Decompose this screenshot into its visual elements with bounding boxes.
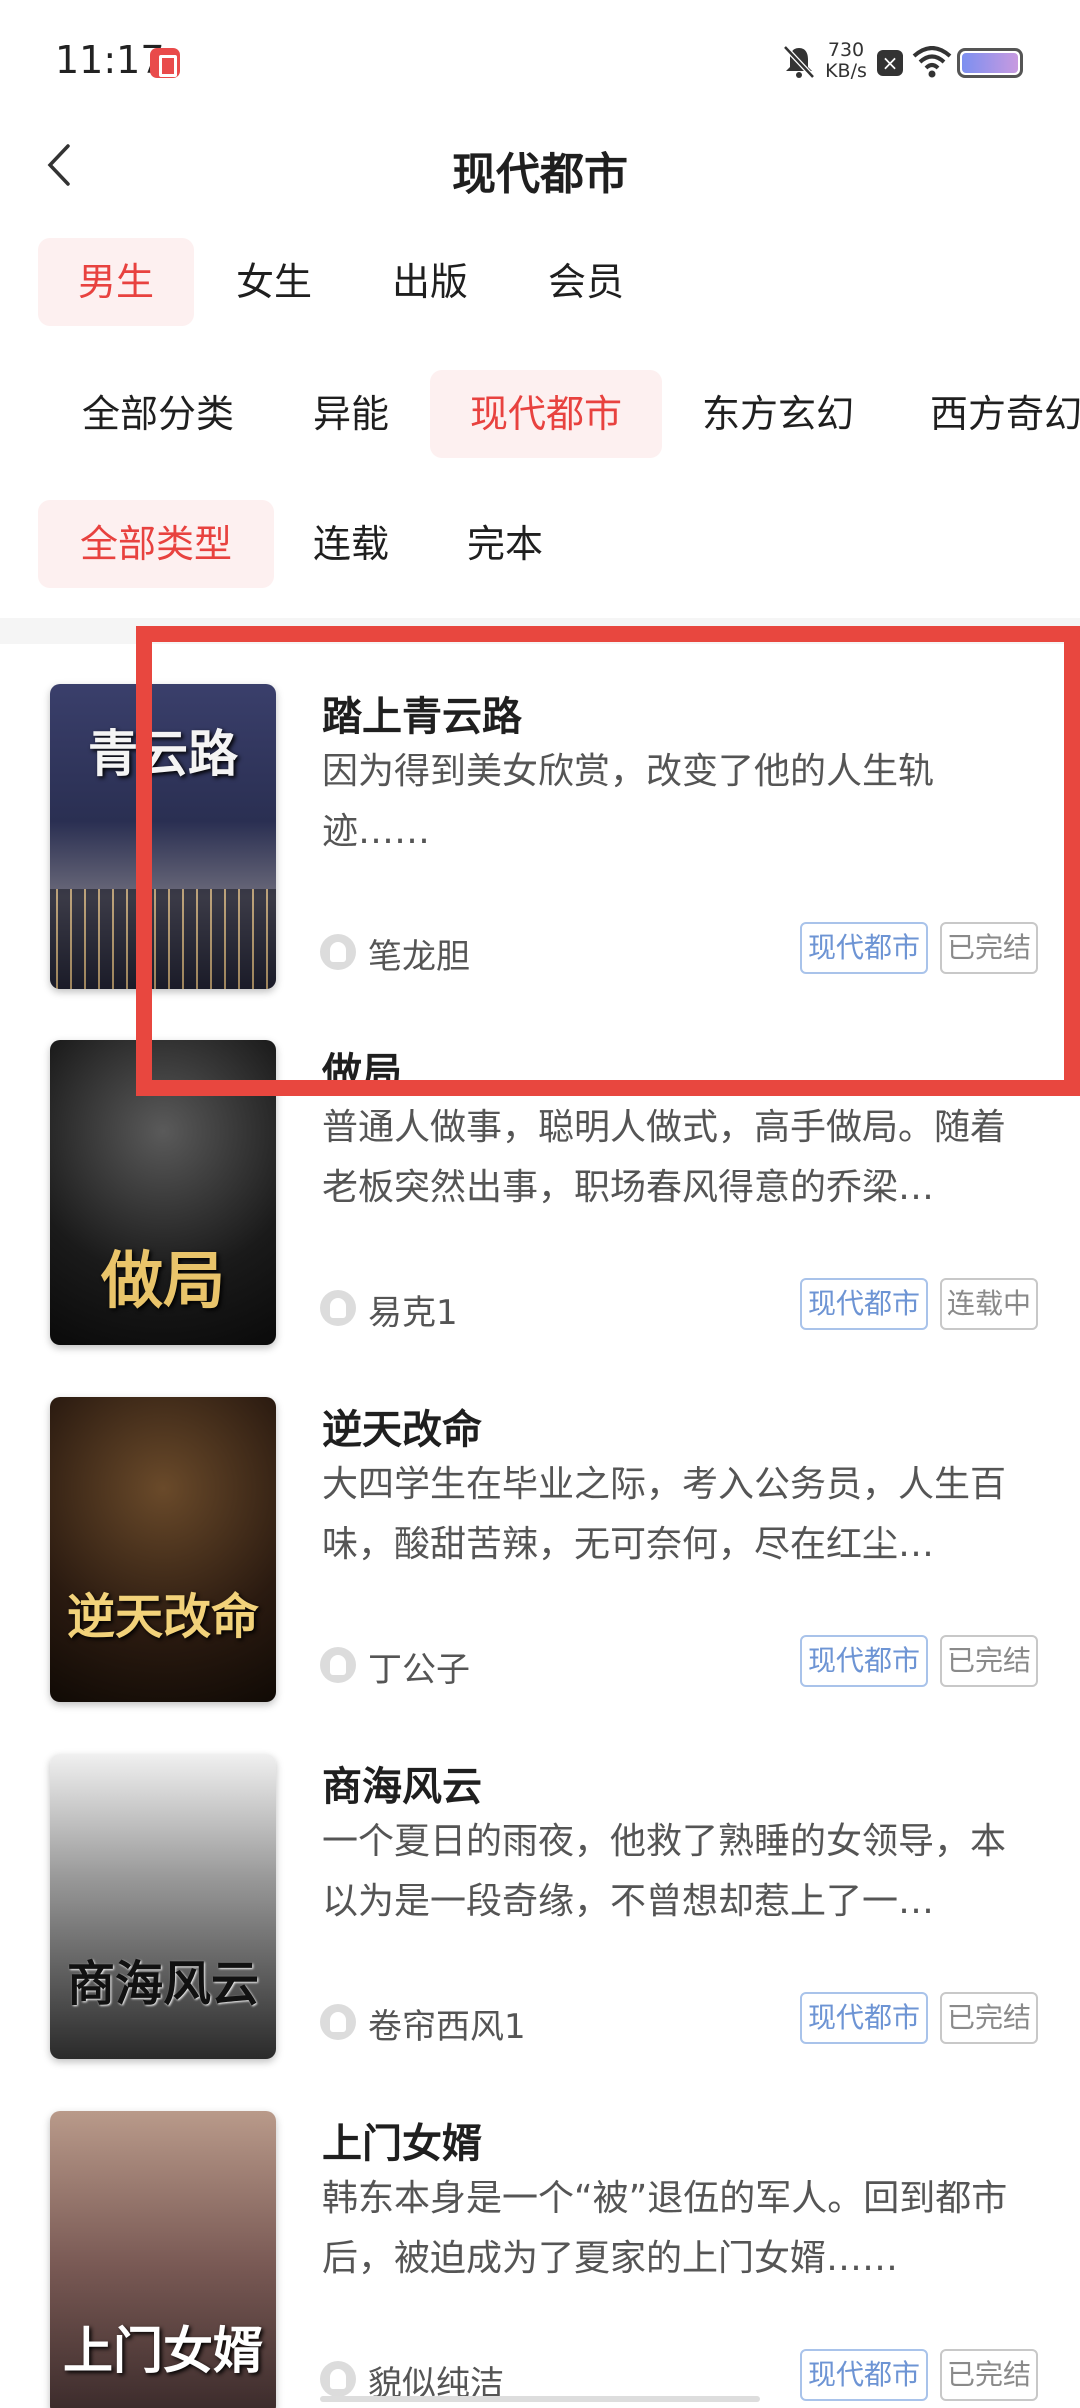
book-item[interactable]: 青云路 踏上青云路 因为得到美女欣赏，改变了他的人生轨迹…… 笔龙胆 现代都市 … xyxy=(0,684,1080,1040)
author-avatar-icon xyxy=(320,1647,356,1683)
page-title: 现代都市 xyxy=(452,149,628,200)
home-indicator xyxy=(320,2396,760,2402)
book-title: 踏上青云路 xyxy=(322,694,522,740)
book-description: 一个夏日的雨夜，他救了熟睡的女领导，本以为是一段奇缘，不曾想却惹上了一… xyxy=(322,1821,1007,1922)
book-cover[interactable]: 商海风云 xyxy=(50,1754,276,2059)
book-cover[interactable]: 逆天改命 xyxy=(50,1397,276,1702)
wifi-icon xyxy=(912,46,952,78)
author-avatar-icon xyxy=(320,2361,356,2397)
category-western-fantasy[interactable]: 西方奇幻 xyxy=(930,370,1080,458)
cover-text: 青云路 xyxy=(88,724,238,783)
net-speed: 730 KB/s xyxy=(823,40,869,82)
status-bar: 11:17 730 KB/s × xyxy=(0,0,1080,120)
book-description: 韩东本身是一个“被”退伍的军人。回到都市后，被迫成为了夏家的上门女婿…… xyxy=(322,2178,1008,2279)
status-tag: 已完结 xyxy=(940,1635,1038,1687)
cover-text: 上门女婿 xyxy=(63,2321,263,2380)
type-all[interactable]: 全部类型 xyxy=(38,500,274,588)
genre-tag: 现代都市 xyxy=(800,2349,928,2401)
cover-text: 商海风云 xyxy=(66,1956,259,2012)
genre-tag: 现代都市 xyxy=(800,1992,928,2044)
status-time: 11:17 xyxy=(55,38,165,82)
genre-tag: 现代都市 xyxy=(800,1278,928,1330)
status-tag: 已完结 xyxy=(940,2349,1038,2401)
book-title: 逆天改命 xyxy=(322,1407,482,1453)
genre-tag: 现代都市 xyxy=(800,1635,928,1687)
category-all[interactable]: 全部分类 xyxy=(60,370,256,458)
book-title: 做局 xyxy=(322,1050,402,1096)
book-cover[interactable]: 做局 xyxy=(50,1040,276,1345)
category-eastern-fantasy[interactable]: 东方玄幻 xyxy=(680,370,876,458)
book-author: 易克1 xyxy=(368,1293,458,1333)
screen: { "status_bar": {"time": "11:17", "net_s… xyxy=(0,0,1080,2408)
net-speed-value: 730 xyxy=(827,39,865,61)
book-cover[interactable]: 青云路 xyxy=(50,684,276,989)
type-completed[interactable]: 完本 xyxy=(450,500,560,588)
book-author: 笔龙胆 xyxy=(368,937,470,977)
book-description: 大四学生在毕业之际，考入公务员，人生百味，酸甜苦辣，无可奈何，尽在红尘… xyxy=(322,1464,1007,1565)
cover-text: 做局 xyxy=(100,1244,225,1317)
book-cover[interactable]: 上门女婿 xyxy=(50,2111,276,2408)
book-title: 商海风云 xyxy=(322,1764,482,1810)
category-modern-city[interactable]: 现代都市 xyxy=(430,370,662,458)
book-item[interactable]: 商海风云 商海风云 一个夏日的雨夜，他救了熟睡的女领导，本以为是一段奇缘，不曾想… xyxy=(0,1754,1080,2110)
book-title: 上门女婿 xyxy=(322,2121,482,2167)
type-serializing[interactable]: 连载 xyxy=(296,500,406,588)
book-description: 普通人做事，聪明人做式，高手做局。随着老板突然出事，职场春风得意的乔梁… xyxy=(322,1107,1007,1208)
book-item[interactable]: 逆天改命 逆天改命 大四学生在毕业之际，考入公务员，人生百味，酸甜苦辣，无可奈何… xyxy=(0,1397,1080,1753)
cover-text: 逆天改命 xyxy=(66,1589,259,1645)
book-description: 因为得到美女欣赏，改变了他的人生轨迹…… xyxy=(322,751,935,852)
book-author: 丁公子 xyxy=(368,1650,470,1690)
author-avatar-icon xyxy=(320,2004,356,2040)
tab-publish[interactable]: 出版 xyxy=(352,238,508,326)
book-item[interactable]: 做局 做局 普通人做事，聪明人做式，高手做局。随着老板突然出事，职场春风得意的乔… xyxy=(0,1040,1080,1396)
battery-icon xyxy=(957,48,1023,78)
book-item[interactable]: 上门女婿 上门女婿 韩东本身是一个“被”退伍的军人。回到都市后，被迫成为了夏家的… xyxy=(0,2111,1080,2408)
status-tag: 已完结 xyxy=(940,922,1038,974)
net-speed-unit: KB/s xyxy=(825,60,867,82)
notification-x-icon: × xyxy=(877,50,903,76)
author-avatar-icon xyxy=(320,934,356,970)
genre-tag: 现代都市 xyxy=(800,922,928,974)
tab-male[interactable]: 男生 xyxy=(38,238,194,326)
book-author: 卷帘西风1 xyxy=(368,2007,526,2047)
status-tag: 连载中 xyxy=(940,1278,1038,1330)
category-superpower[interactable]: 异能 xyxy=(296,370,406,458)
screen-record-icon xyxy=(150,48,180,78)
section-divider xyxy=(0,618,1080,644)
author-avatar-icon xyxy=(320,1290,356,1326)
mute-bell-icon xyxy=(783,45,815,79)
tab-female[interactable]: 女生 xyxy=(196,238,352,326)
status-tag: 已完结 xyxy=(940,1992,1038,2044)
tab-member[interactable]: 会员 xyxy=(508,238,664,326)
